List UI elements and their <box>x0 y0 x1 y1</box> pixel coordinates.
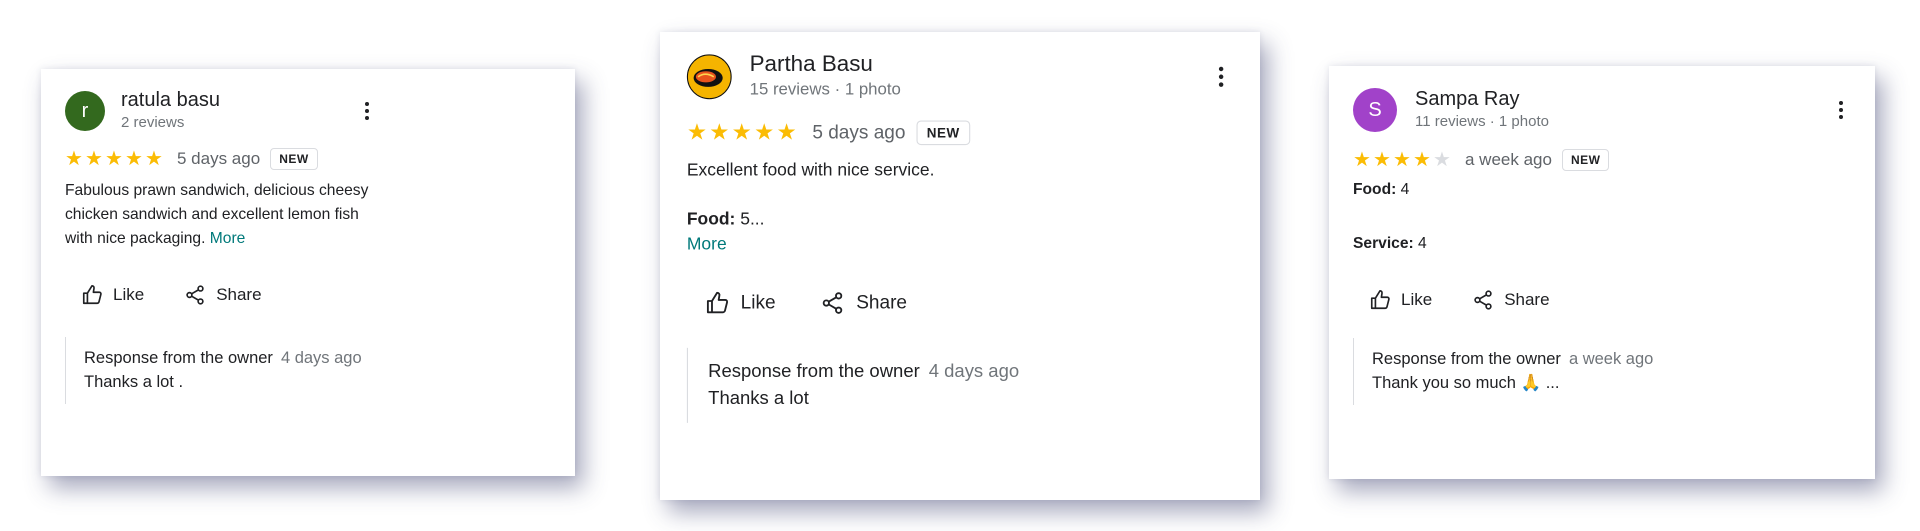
reviewer-name[interactable]: Sampa Ray <box>1415 88 1520 111</box>
star-filled-icon: ★ <box>1353 149 1371 171</box>
more-link[interactable]: More <box>687 231 1232 258</box>
reviewer-name[interactable]: Partha Basu <box>750 52 873 78</box>
review-card: r ratula basu 2 reviews ★ ★ ★ ★ ★ 5 days ago… <box>41 69 575 476</box>
share-label: Share <box>1504 290 1550 309</box>
star-empty-icon: ★ <box>1433 149 1451 171</box>
avatar[interactable] <box>686 54 732 100</box>
more-options-icon[interactable] <box>1210 63 1232 90</box>
share-label: Share <box>216 285 262 304</box>
food-rating: Food: 4 <box>1353 178 1851 202</box>
more-link[interactable]: More <box>210 230 246 247</box>
avatar[interactable]: r <box>65 91 105 131</box>
reviewer-header: Partha Basu 15 reviews · 1 photo <box>686 50 1232 104</box>
avatar-photo-icon <box>688 55 731 99</box>
like-button[interactable]: Like <box>81 284 144 306</box>
owner-response-text: Thanks a lot . <box>84 373 184 391</box>
like-label: Like <box>740 291 776 314</box>
review-date: 5 days ago <box>812 121 906 143</box>
reviewer-meta: 15 reviews · 1 photo <box>749 80 901 100</box>
star-filled-icon: ★ <box>105 148 123 170</box>
more-options-icon[interactable] <box>357 99 377 123</box>
star-filled-icon: ★ <box>709 120 730 146</box>
review-card-content: Partha Basu 15 reviews · 1 photo ★ ★ ★ ★ ★ 5… <box>660 32 1259 423</box>
share-button[interactable]: Share <box>1472 289 1550 311</box>
review-actions: Like Share <box>1353 276 1851 324</box>
review-card: S Sampa Ray 11 reviews · 1 photo ★ ★ ★ ★ ★ a… <box>1329 66 1875 479</box>
rating-row: ★ ★ ★ ★ ★ 5 days ago NEW <box>687 117 1232 148</box>
service-rating: Service: 4 <box>1353 232 1851 256</box>
service-value: 4 <box>1418 235 1427 252</box>
thumbs-up-icon <box>1370 290 1390 310</box>
like-button[interactable]: Like <box>1369 289 1432 311</box>
share-icon <box>822 292 843 314</box>
food-rating: Food: 5... <box>687 207 1232 234</box>
owner-response-date: 4 days ago <box>928 361 1020 382</box>
share-button[interactable]: Share <box>184 284 262 306</box>
reviewer-header: S Sampa Ray 11 reviews · 1 photo <box>1353 86 1851 134</box>
owner-response: Response from the owner a week ago Thank … <box>1353 338 1851 405</box>
review-date: a week ago <box>1465 150 1552 169</box>
avatar[interactable]: S <box>1353 88 1397 132</box>
service-label: Service: <box>1353 235 1414 252</box>
owner-response-label: Response from the owner <box>84 349 273 367</box>
owner-response-text: Thanks a lot <box>708 388 809 409</box>
reviewer-meta: 11 reviews · 1 photo <box>1415 113 1549 130</box>
share-label: Share <box>856 291 908 314</box>
rating-row: ★ ★ ★ ★ ★ a week ago NEW <box>1353 146 1851 174</box>
reviewer-meta: 2 reviews <box>121 114 185 131</box>
like-label: Like <box>1401 290 1433 309</box>
owner-response-date: a week ago <box>1568 350 1654 368</box>
food-label: Food: <box>686 210 736 230</box>
owner-response-label: Response from the owner <box>1372 350 1561 368</box>
star-filled-icon: ★ <box>686 120 707 146</box>
review-date: 5 days ago <box>177 149 261 168</box>
thumbs-up-icon <box>706 291 729 314</box>
review-text: Fabulous prawn sandwich, delicious chees… <box>65 179 377 251</box>
star-rating: ★ ★ ★ ★ ★ <box>65 149 165 169</box>
share-button[interactable]: Share <box>820 291 907 316</box>
owner-response-text: Thank you so much 🙏 ... <box>1372 374 1560 392</box>
more-options-icon[interactable] <box>1831 98 1851 122</box>
review-card: Partha Basu 15 reviews · 1 photo ★ ★ ★ ★ ★ 5… <box>660 32 1260 500</box>
star-filled-icon: ★ <box>1413 149 1431 171</box>
star-filled-icon: ★ <box>145 148 163 170</box>
star-filled-icon: ★ <box>1373 149 1391 171</box>
star-filled-icon: ★ <box>65 148 83 170</box>
new-badge: NEW <box>270 148 318 170</box>
new-badge: NEW <box>1561 149 1610 171</box>
star-filled-icon: ★ <box>125 148 143 170</box>
review-actions: Like Share <box>65 271 377 319</box>
like-label: Like <box>113 285 145 304</box>
reviewer-name[interactable]: ratula basu <box>121 89 220 112</box>
reviewer-header: r ratula basu 2 reviews <box>65 87 377 135</box>
review-text: Excellent food with nice service. <box>686 160 935 180</box>
food-value: 5... <box>740 210 765 230</box>
star-filled-icon: ★ <box>731 120 752 146</box>
thumbs-up-icon <box>82 285 102 305</box>
food-label: Food: <box>1353 181 1397 198</box>
star-rating: ★ ★ ★ ★ ★ <box>1353 150 1453 170</box>
review-actions: Like Share <box>687 276 1232 330</box>
star-filled-icon: ★ <box>754 120 775 146</box>
review-card-content: S Sampa Ray 11 reviews · 1 photo ★ ★ ★ ★ ★ a… <box>1329 66 1875 405</box>
star-rating: ★ ★ ★ ★ ★ <box>687 122 799 144</box>
share-icon <box>186 285 204 305</box>
star-filled-icon: ★ <box>776 120 797 146</box>
owner-response: Response from the owner 4 days ago Thanks… <box>686 347 1232 423</box>
star-filled-icon: ★ <box>85 148 103 170</box>
owner-response-date: 4 days ago <box>280 349 362 367</box>
rating-row: ★ ★ ★ ★ ★ 5 days ago NEW <box>65 145 377 173</box>
review-card-content: r ratula basu 2 reviews ★ ★ ★ ★ ★ 5 days ago… <box>41 69 401 404</box>
share-icon <box>1474 290 1492 310</box>
owner-response: Response from the owner 4 days ago Thanks… <box>65 337 377 404</box>
new-badge: NEW <box>916 120 970 146</box>
owner-response-label: Response from the owner <box>708 361 920 382</box>
star-filled-icon: ★ <box>1393 149 1411 171</box>
food-value: 4 <box>1400 181 1410 198</box>
like-button[interactable]: Like <box>705 291 776 316</box>
